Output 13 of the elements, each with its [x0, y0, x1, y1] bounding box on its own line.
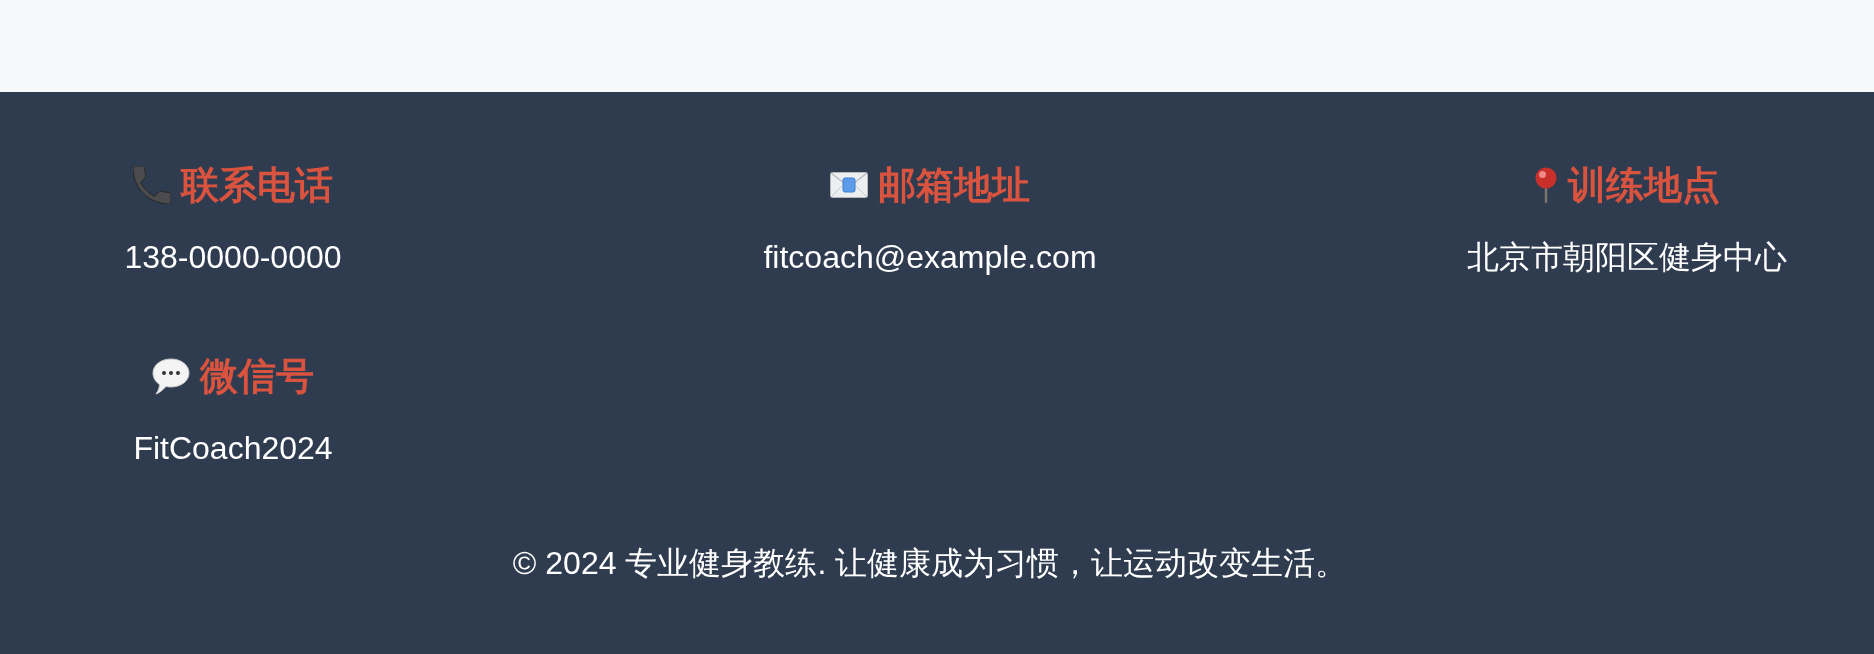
address-text: 北京市朝阳区健身中心	[1467, 238, 1787, 277]
email-address: fitcoach@example.com	[763, 238, 1097, 277]
phone-handset-icon	[133, 166, 171, 204]
phone-number: 138-0000-0000	[124, 238, 342, 277]
contact-heading: 邮箱地址	[878, 163, 1030, 207]
envelope-icon	[830, 172, 868, 198]
contact-heading: 训练地点	[1568, 163, 1720, 207]
copyright-text: © 2024 专业健身教练. 让健康成为习惯，让运动改变生活。	[512, 544, 1348, 583]
wechat-id: FitCoach2024	[133, 429, 333, 468]
contact-heading: 联系电话	[181, 163, 333, 207]
pushpin-icon	[1534, 167, 1558, 203]
speech-bubble-icon	[152, 357, 190, 395]
contact-heading: 微信号	[200, 354, 314, 398]
